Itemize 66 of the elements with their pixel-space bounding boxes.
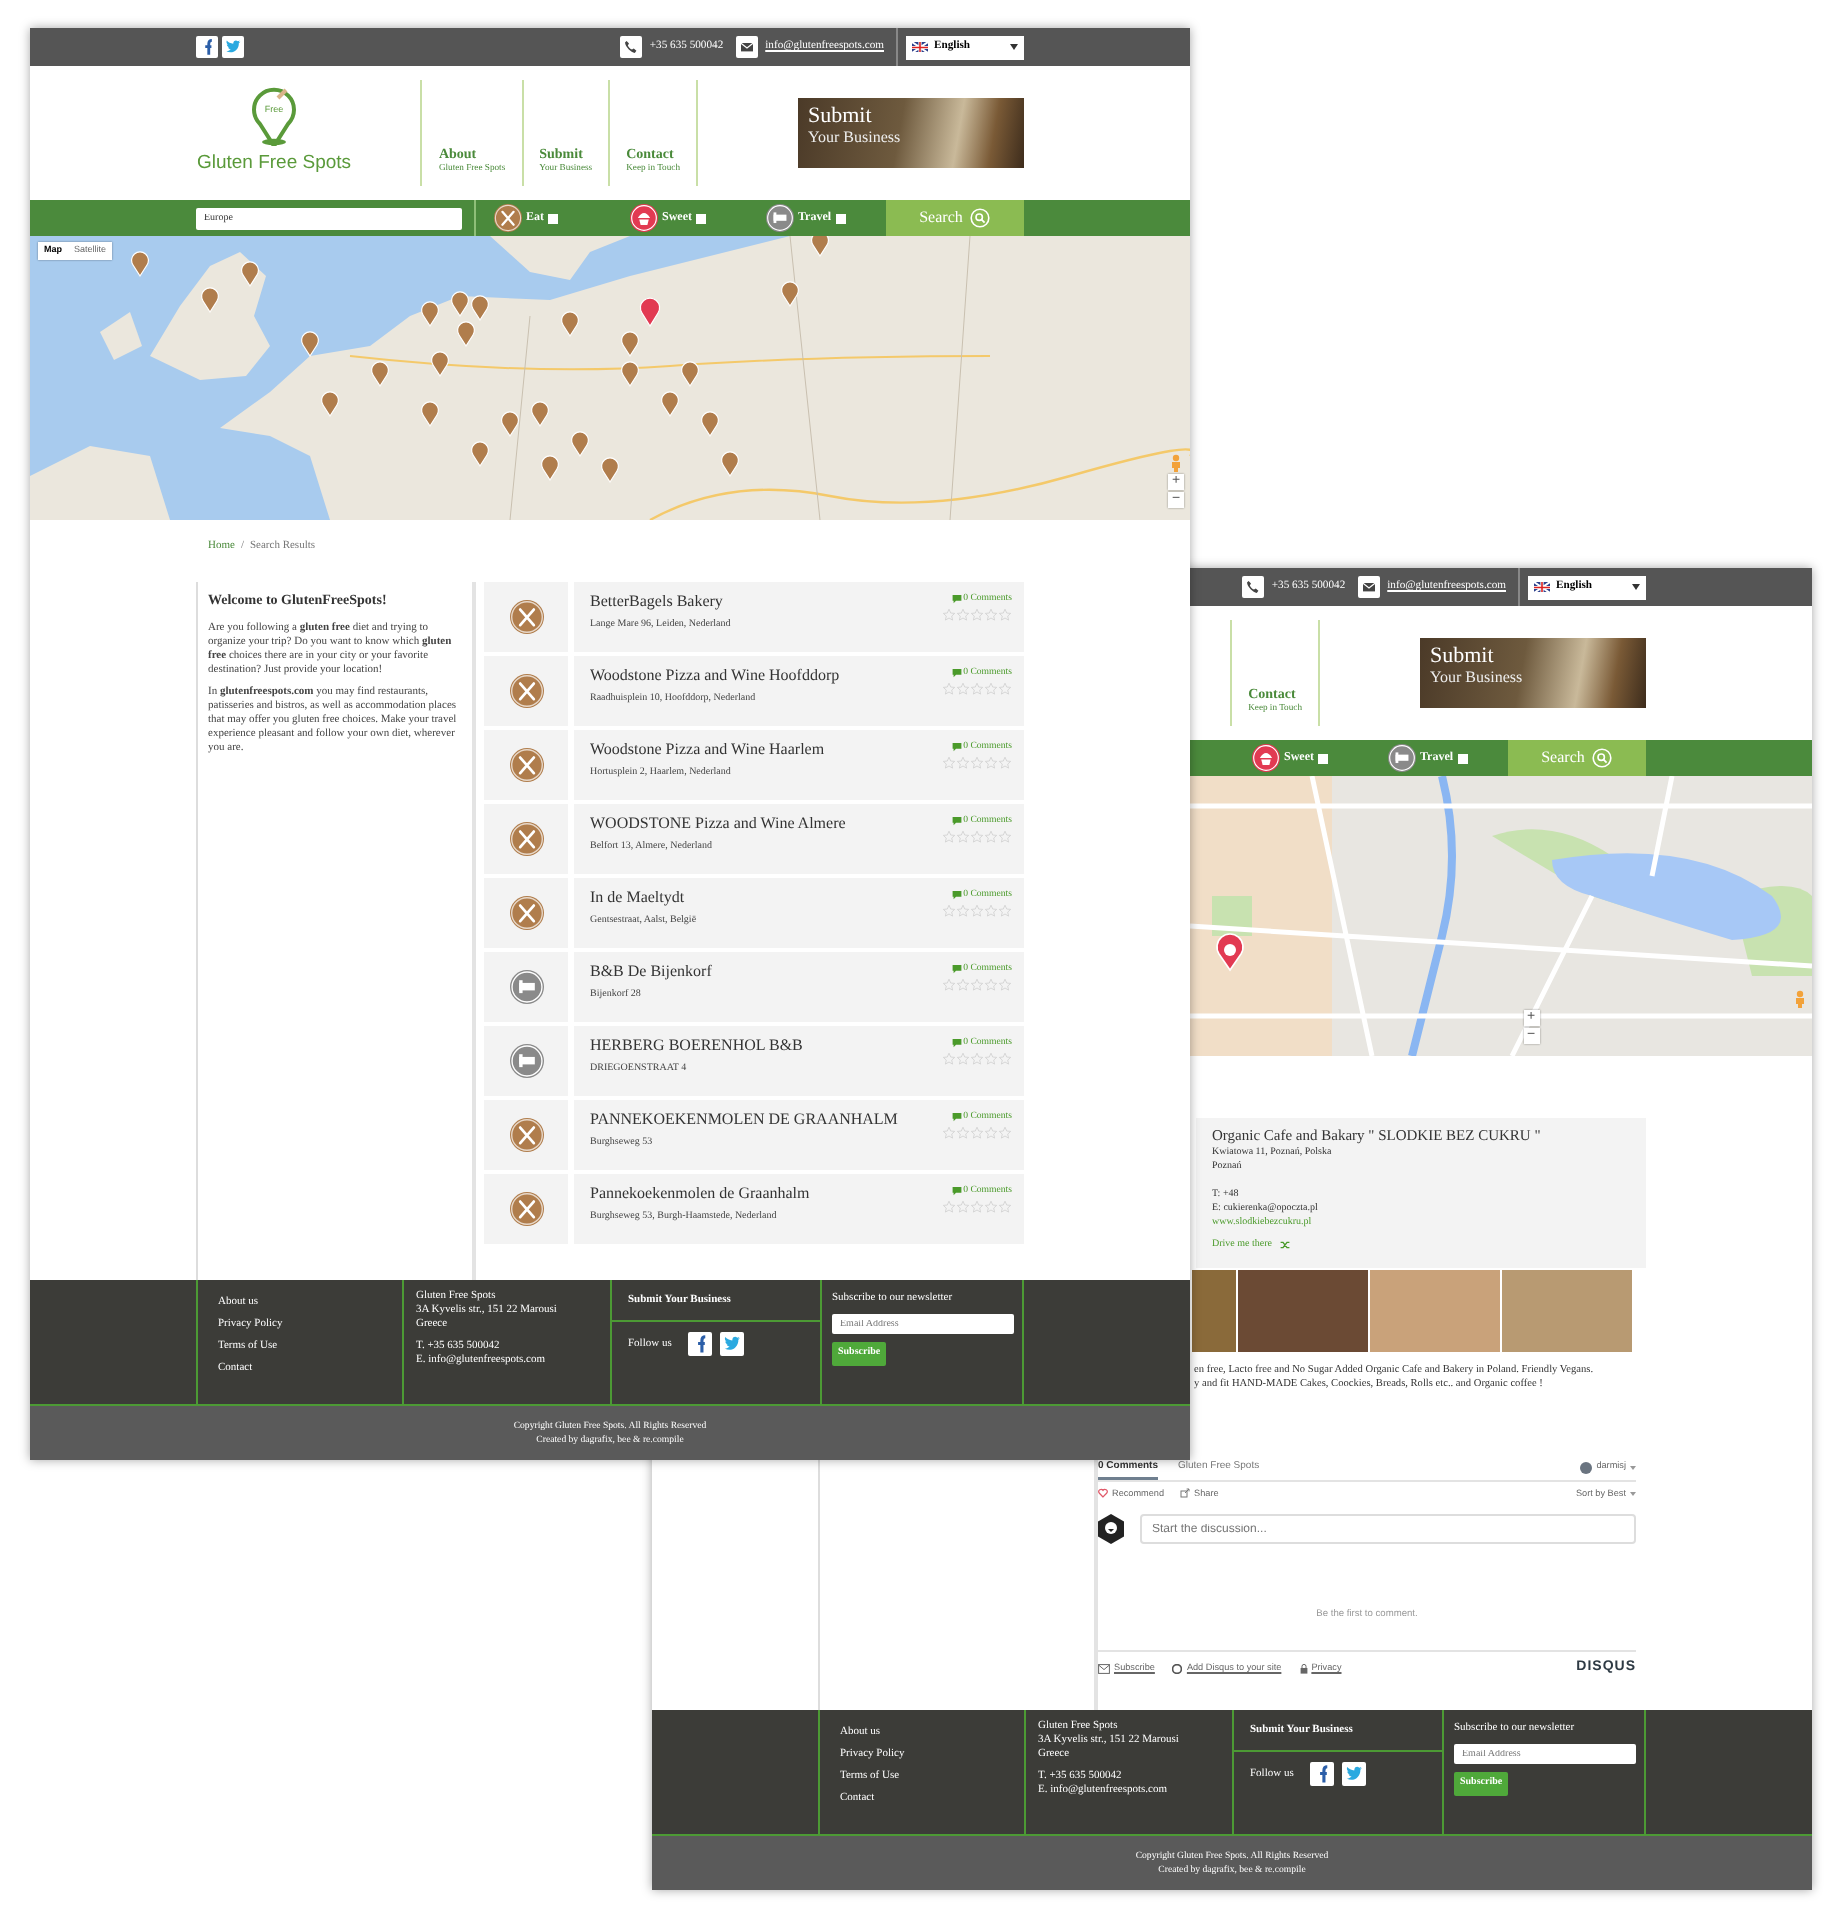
avatar-icon bbox=[1098, 1514, 1124, 1544]
fork-knife-icon bbox=[494, 204, 522, 232]
cupcake-icon bbox=[1252, 744, 1280, 772]
search-icon bbox=[1592, 748, 1613, 768]
comment-icon bbox=[951, 594, 962, 605]
comment-icon bbox=[951, 964, 962, 975]
facebook-icon[interactable] bbox=[687, 1332, 712, 1357]
user-avatar-icon bbox=[1580, 1461, 1593, 1474]
comment-icon bbox=[951, 1038, 962, 1049]
facebook-icon[interactable] bbox=[196, 36, 218, 58]
bed-icon bbox=[509, 1044, 543, 1078]
logo-text: Gluten Free Spots bbox=[196, 150, 352, 179]
caret-icon bbox=[1630, 1465, 1636, 1470]
search-icon bbox=[970, 208, 991, 228]
comment-icon bbox=[951, 668, 962, 679]
caret-icon bbox=[1630, 1491, 1636, 1496]
shuffle-icon bbox=[1280, 1240, 1290, 1250]
comment-icon bbox=[951, 816, 962, 827]
place-name[interactable]: Woodstone Pizza and Wine Haarlem bbox=[590, 740, 825, 760]
comment-icon bbox=[951, 890, 962, 901]
flag-icon bbox=[1534, 581, 1550, 593]
fork-knife-icon bbox=[509, 822, 543, 856]
mail-icon bbox=[1357, 576, 1380, 598]
share-icon bbox=[1180, 1488, 1191, 1499]
comment-icon bbox=[951, 1112, 962, 1123]
fork-knife-icon bbox=[509, 896, 543, 930]
envelope-icon bbox=[1098, 1663, 1110, 1674]
fork-knife-icon bbox=[509, 600, 543, 634]
mail-icon bbox=[735, 36, 758, 58]
comment-icon bbox=[951, 1186, 962, 1197]
place-name[interactable]: WOODSTONE Pizza and Wine Almere bbox=[590, 814, 846, 834]
fork-knife-icon bbox=[509, 748, 543, 782]
caret-icon bbox=[1632, 584, 1640, 590]
fork-knife-icon bbox=[509, 674, 543, 708]
bed-icon bbox=[766, 204, 794, 232]
place-name[interactable]: Pannekoekenmolen de Graanhalm bbox=[590, 1184, 810, 1204]
filter-checkbox[interactable] bbox=[548, 213, 558, 223]
filter-checkbox[interactable] bbox=[696, 213, 706, 223]
place-name[interactable]: Woodstone Pizza and Wine Hoofddorp bbox=[590, 666, 840, 686]
twitter-icon[interactable] bbox=[1341, 1762, 1366, 1787]
fork-knife-icon bbox=[509, 1192, 543, 1226]
phone-icon bbox=[1241, 576, 1264, 598]
lock-icon bbox=[1299, 1663, 1308, 1674]
place-name[interactable]: HERBERG BOERENHOL B&B bbox=[590, 1036, 803, 1056]
facebook-icon[interactable] bbox=[1309, 1762, 1334, 1787]
place-name[interactable]: PANNEKOEKENMOLEN DE GRAANHALM bbox=[590, 1110, 898, 1130]
place-name[interactable]: B&B De Bijenkorf bbox=[590, 962, 712, 982]
twitter-icon[interactable] bbox=[719, 1332, 744, 1357]
submit-business-banner[interactable]: Submit Your Business bbox=[1420, 638, 1646, 708]
place-name[interactable]: BetterBagels Bakery bbox=[590, 592, 731, 612]
caret-icon bbox=[1010, 44, 1018, 50]
flag-icon bbox=[912, 41, 928, 53]
comment-icon bbox=[951, 742, 962, 753]
heart-icon bbox=[1098, 1488, 1108, 1499]
filter-checkbox[interactable] bbox=[1457, 753, 1468, 763]
submit-business-banner[interactable]: Submit Your Business bbox=[798, 98, 1024, 168]
cupcake-icon bbox=[630, 204, 658, 232]
filter-checkbox[interactable] bbox=[835, 213, 846, 223]
place-name[interactable]: In de Maeltydt bbox=[590, 888, 697, 908]
phone-icon bbox=[619, 36, 642, 58]
fork-knife-icon bbox=[509, 1118, 543, 1152]
bed-icon bbox=[1388, 744, 1416, 772]
filter-checkbox[interactable] bbox=[1318, 753, 1328, 763]
photo-placeholder bbox=[1502, 1270, 1632, 1352]
photo-placeholder bbox=[1370, 1270, 1500, 1352]
bed-icon bbox=[509, 970, 543, 1004]
